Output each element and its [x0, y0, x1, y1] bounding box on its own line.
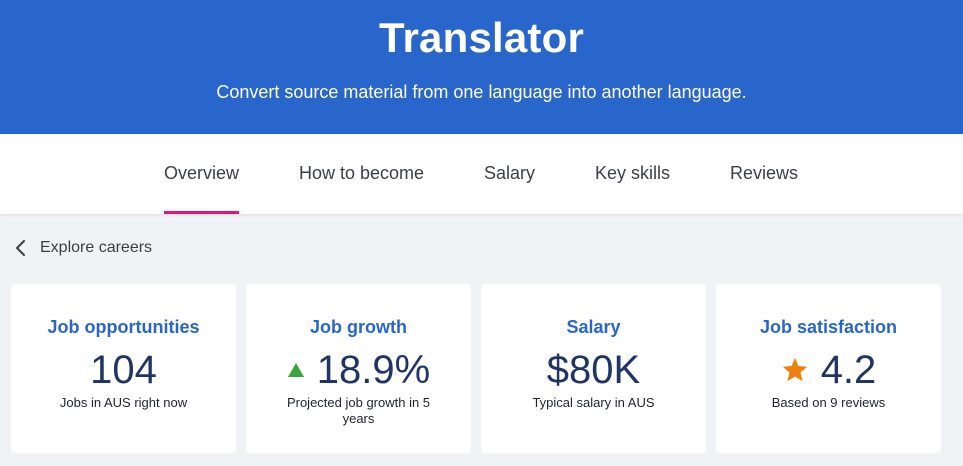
page-subtitle: Convert source material from one languag… [216, 82, 747, 102]
stat-card-job-satisfaction: Job satisfaction 4.2 Based on 9 reviews [716, 284, 941, 453]
chevron-left-icon [16, 240, 25, 256]
tab-bar: Overview How to become Salary Key skills… [0, 134, 963, 214]
card-title: Salary [566, 317, 621, 337]
card-value: 4.2 [820, 348, 877, 392]
tab-overview[interactable]: Overview [164, 134, 239, 214]
card-value: $80K [546, 348, 641, 392]
stat-card-job-growth: Job growth 18.9% Projected job growth in… [246, 284, 471, 453]
card-value-row: 4.2 [716, 348, 941, 392]
explore-careers-label: Explore careers [40, 239, 153, 256]
star-icon [782, 357, 807, 382]
tab-reviews[interactable]: Reviews [730, 134, 798, 214]
tab-salary[interactable]: Salary [484, 134, 535, 214]
card-value-row: $80K [481, 348, 706, 392]
page-title: Translator [378, 14, 585, 61]
card-title: Job growth [310, 317, 407, 337]
explore-careers-link[interactable]: Explore careers [14, 236, 152, 260]
triangle-up-icon [287, 363, 304, 377]
card-description: Typical salary in AUS [532, 395, 655, 410]
card-description: Projected job growth in 5 years [286, 395, 431, 426]
card-value-row: 104 [11, 348, 236, 392]
card-value-row: 18.9% [246, 348, 471, 392]
tab-how-to-become[interactable]: How to become [299, 134, 424, 214]
page-header: Translator Convert source material from … [0, 0, 963, 134]
stat-card-salary: Salary $80K Typical salary in AUS [481, 284, 706, 453]
card-title: Job opportunities [47, 317, 200, 337]
card-value: 18.9% [316, 348, 431, 392]
tab-key-skills[interactable]: Key skills [595, 134, 670, 214]
card-description: Jobs in AUS right now [59, 395, 188, 410]
card-title: Job satisfaction [759, 317, 898, 337]
card-description: Based on 9 reviews [771, 395, 886, 410]
card-value: 104 [90, 348, 157, 392]
stat-card-job-opportunities: Job opportunities 104 Jobs in AUS right … [11, 284, 236, 453]
